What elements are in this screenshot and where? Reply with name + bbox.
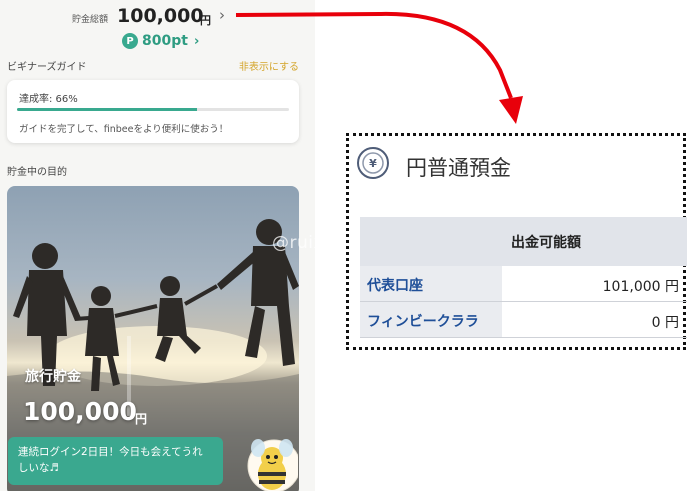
finbee-clara-currency: 円 [665,315,679,331]
row-value-finbee-clara: 0 円 [652,312,679,332]
hide-guide-link[interactable]: 非表示にする [239,58,299,73]
withdrawable-balance-table: 出金可能額 代表口座 101,000 円 フィンビークララ 0 円 [360,217,687,338]
svg-text:¥: ¥ [369,157,377,170]
main-account-amount: 101,000 [602,279,661,295]
table-row[interactable]: フィンビークララ 0 円 [360,302,687,338]
chevron-right-icon[interactable]: › [194,34,199,49]
total-savings-currency: 円 [200,14,211,27]
account-detail-callout: ¥ 円普通預金 出金可能額 代表口座 101,000 円 フィンビークララ 0 … [346,133,687,350]
finbee-clara-amount: 0 [651,315,661,331]
login-bonus-toast[interactable]: 連続ログイン2日目！今日も会えてうれしいな♬ [8,437,223,485]
guide-progress-bar [17,108,289,111]
points-value: 800pt [142,33,188,49]
goal-amount: 100,000 [23,397,137,426]
points-row[interactable]: P 800pt › [122,32,199,50]
account-type-title: 円普通預金 [406,156,511,180]
table-row[interactable]: 代表口座 101,000 円 [360,266,687,302]
chevron-right-icon[interactable]: › [219,6,225,24]
table-header-row: 出金可能額 [360,217,687,266]
guide-progress-fill [17,108,197,111]
bee-mascot-icon [247,439,298,491]
progress-rate-label: 達成率: 66% [19,94,78,105]
goal-name: 旅行貯金 [25,369,81,385]
app-screen: 貯金総額 100,000 円 › P 800pt › ビギナーズガイド 非表示に… [0,0,315,491]
total-savings-row[interactable]: 貯金総額 100,000 円 › [0,4,315,28]
column-header-withdrawable: 出金可能額 [511,235,581,251]
total-savings-amount: 100,000 [117,5,204,27]
goal-currency: 円 [135,412,148,426]
guide-message: ガイドを完了して、finbeeをより便利に使おう！ [19,124,229,135]
yen-icon: ¥ [357,147,389,179]
point-icon: P [122,33,138,49]
beginners-guide-title: ビギナーズガイド [7,62,87,73]
row-value-main-account: 101,000 円 [603,276,679,296]
row-label-main-account[interactable]: 代表口座 [367,275,423,295]
beginners-guide-card[interactable]: 達成率: 66% ガイドを完了して、finbeeをより便利に使おう！ [7,80,299,143]
main-account-currency: 円 [665,279,679,295]
goals-section-title: 貯金中の目的 [7,167,67,178]
total-savings-label: 貯金総額 [72,15,109,25]
row-label-finbee-clara[interactable]: フィンビークララ [367,311,479,331]
